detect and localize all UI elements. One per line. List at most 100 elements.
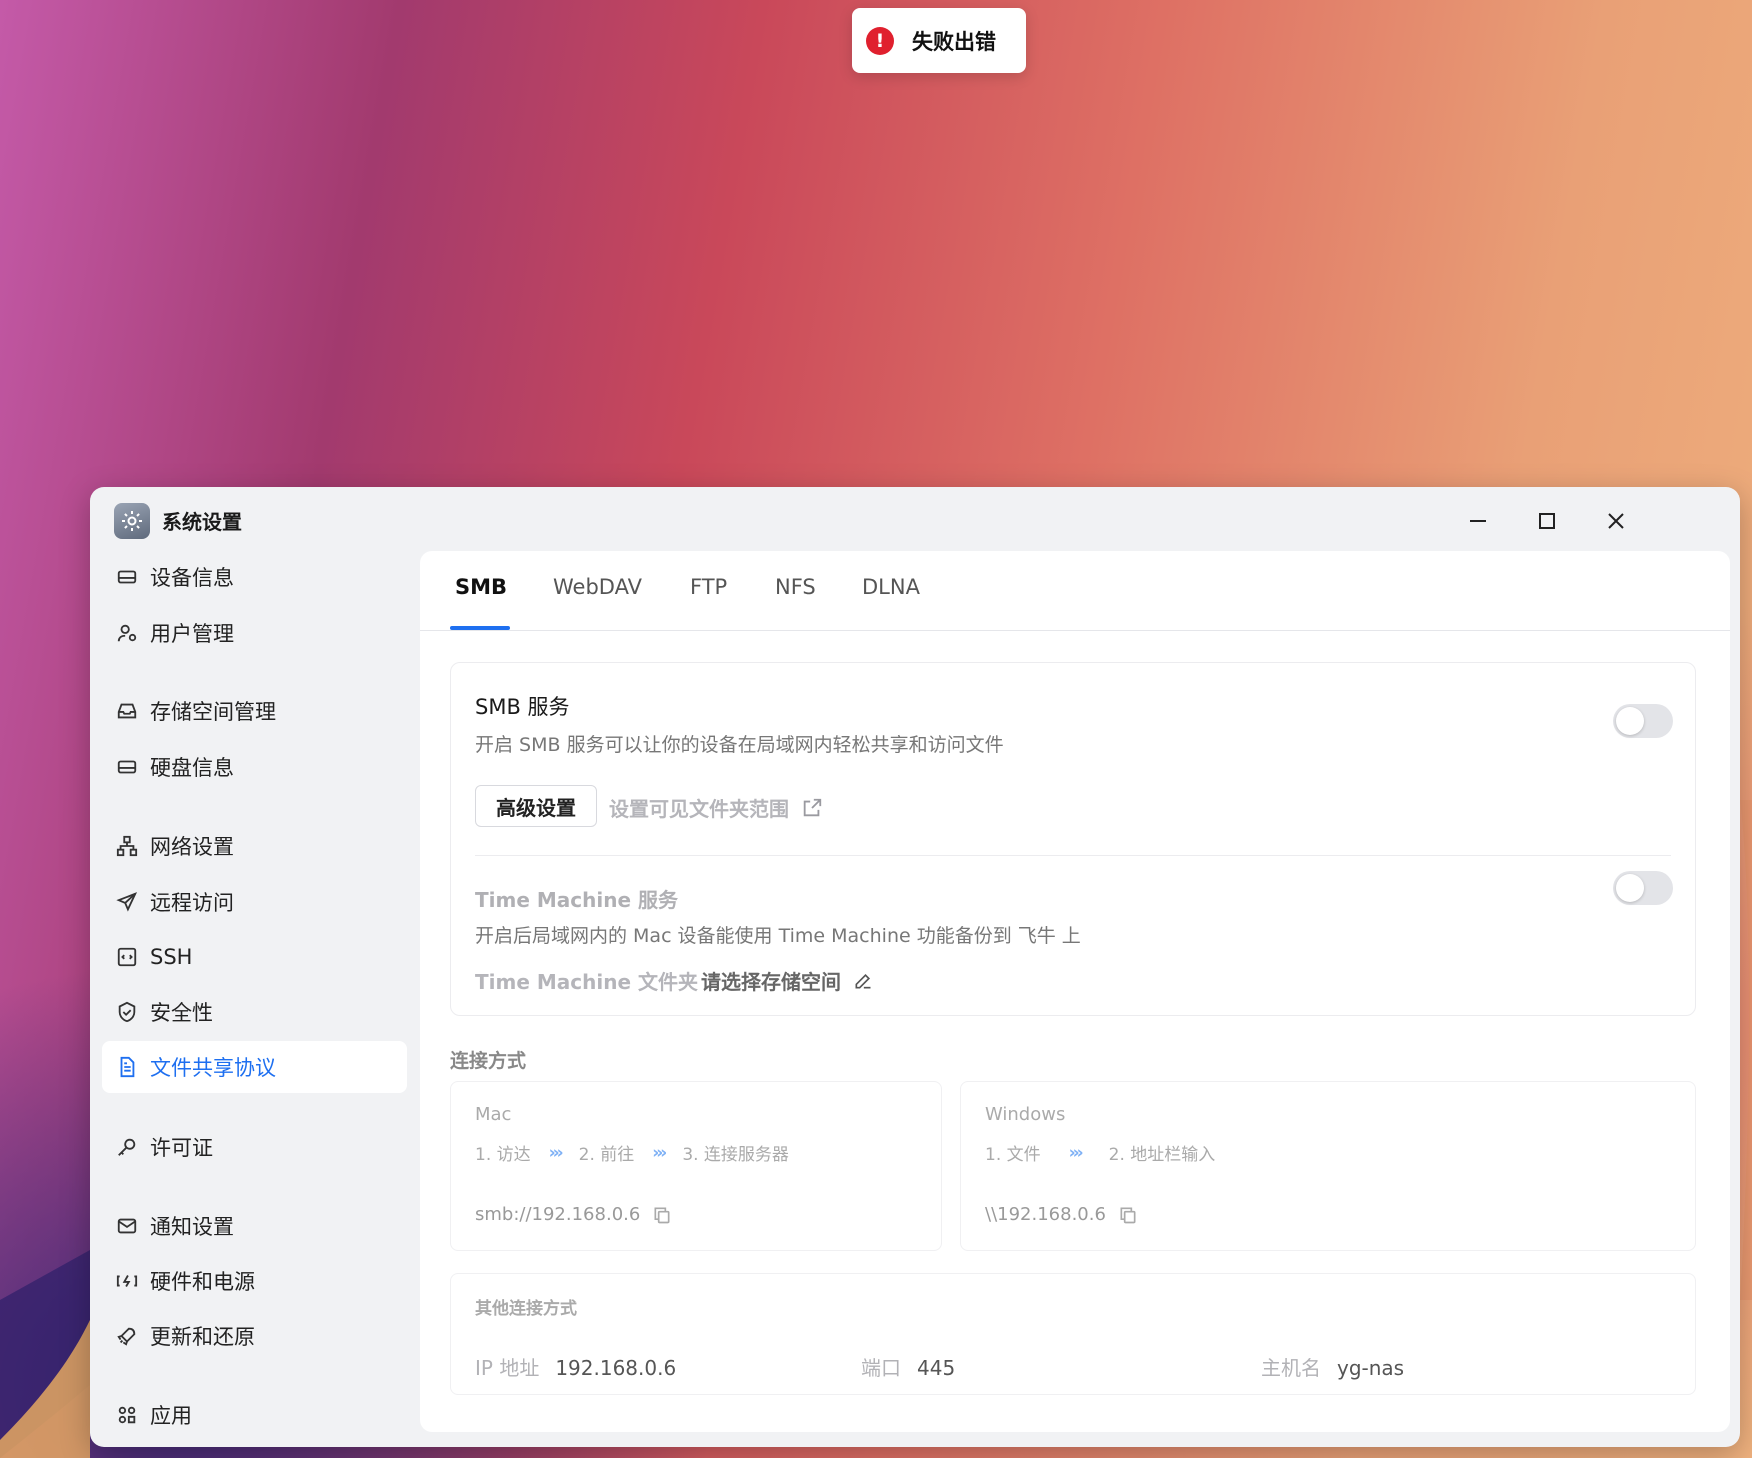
disk-icon (114, 754, 140, 780)
time-machine-folder-value: 请选择存储空间 (701, 970, 841, 994)
tab-ftp[interactable]: FTP (690, 575, 727, 599)
close-button[interactable] (1598, 503, 1634, 539)
sidebar-item-label: 存储空间管理 (150, 700, 276, 724)
sidebar-item-label: 设备信息 (150, 566, 234, 590)
sidebar-item-label: 远程访问 (150, 891, 234, 915)
windows-address-value: \\192.168.0.6 (985, 1204, 1106, 1225)
connection-section-title: 连接方式 (450, 1050, 527, 1072)
chevrons-right-icon: ››› (548, 1142, 564, 1163)
sidebar-item-label: 文件共享协议 (150, 1056, 276, 1080)
windows-connection-card: Windows 1. 文件 ››› 2. 地址栏输入 \\192.168.0.6 (960, 1081, 1696, 1251)
tab-smb[interactable]: SMB (455, 575, 507, 599)
settings-app-icon (114, 503, 150, 539)
rocket-icon (114, 1323, 140, 1349)
maximize-button[interactable] (1529, 503, 1565, 539)
sidebar-item-label: 用户管理 (150, 622, 234, 646)
sidebar-item-file-sharing[interactable]: 文件共享协议 (102, 1041, 407, 1093)
sidebar-item-license[interactable]: 许可证 (102, 1121, 407, 1173)
hostname-label: 主机名 (1261, 1356, 1321, 1380)
sidebar-item-apps[interactable]: 应用 (102, 1389, 407, 1441)
sidebar-item-label: 应用 (150, 1404, 192, 1428)
hostname-field: 主机名 yg-nas (1261, 1352, 1404, 1381)
close-icon (1608, 513, 1624, 529)
minimize-button[interactable] (1460, 503, 1496, 539)
maximize-icon (1539, 513, 1555, 529)
mac-label: Mac (475, 1104, 512, 1125)
mac-step-3: 3. 连接服务器 (682, 1145, 789, 1165)
sidebar-item-label: 许可证 (150, 1136, 213, 1160)
sidebar-item-disk-info[interactable]: 硬盘信息 (102, 741, 407, 793)
time-machine-folder-label: Time Machine 文件夹 (475, 970, 698, 994)
mac-step-2: 2. 前往 (578, 1145, 635, 1165)
tab-dlna[interactable]: DLNA (862, 575, 920, 599)
smb-service-description: 开启 SMB 服务可以让你的设备在局域网内轻松共享和访问文件 (475, 734, 1004, 756)
tab-webdav[interactable]: WebDAV (553, 575, 642, 599)
content-panel: SMB WebDAV FTP NFS DLNA SMB 服务 开启 SMB 服务… (420, 551, 1730, 1432)
toast-message: 失败出错 (912, 29, 996, 54)
sidebar-item-update-restore[interactable]: 更新和还原 (102, 1310, 407, 1362)
shield-icon (114, 999, 140, 1025)
settings-window: 系统设置 设备信息 用户管理 存储空间管理 硬盘信息 网络设置 远程访问 SSH… (90, 487, 1740, 1447)
sidebar-item-notifications[interactable]: 通知设置 (102, 1200, 407, 1252)
document-icon (114, 1054, 140, 1080)
protocol-tabs: SMB WebDAV FTP NFS DLNA (420, 551, 1730, 631)
time-machine-toggle[interactable] (1613, 871, 1673, 905)
sidebar-item-label: SSH (150, 945, 193, 969)
copy-icon[interactable] (652, 1205, 672, 1225)
sidebar-item-device-info[interactable]: 设备信息 (102, 551, 407, 603)
external-link-icon (803, 798, 822, 816)
key-icon (114, 1134, 140, 1160)
windows-step-1: 1. 文件 (985, 1145, 1041, 1165)
sidebar-item-user-management[interactable]: 用户管理 (102, 607, 407, 659)
smb-service-card: SMB 服务 开启 SMB 服务可以让你的设备在局域网内轻松共享和访问文件 高级… (450, 662, 1696, 1016)
user-icon (114, 620, 140, 646)
ip-value: 192.168.0.6 (555, 1356, 677, 1380)
port-label: 端口 (861, 1356, 901, 1380)
minimize-icon (1470, 520, 1486, 522)
sidebar-item-ssh[interactable]: SSH (102, 931, 407, 983)
send-icon (114, 889, 140, 915)
device-icon (114, 564, 140, 590)
folder-scope-link[interactable]: 设置可见文件夹范围 (609, 793, 823, 822)
other-connection-title: 其他连接方式 (475, 1299, 577, 1319)
sidebar-item-remote-access[interactable]: 远程访问 (102, 876, 407, 928)
ip-address-field: IP 地址 192.168.0.6 (475, 1352, 676, 1381)
sidebar-item-security[interactable]: 安全性 (102, 986, 407, 1038)
sidebar-item-label: 硬件和电源 (150, 1270, 255, 1294)
window-title: 系统设置 (162, 510, 242, 534)
time-machine-folder-select[interactable]: 请选择存储空间 (701, 966, 873, 995)
edit-icon (855, 973, 871, 988)
apps-icon (114, 1402, 140, 1428)
storage-icon (114, 698, 140, 724)
mac-address: smb://192.168.0.6 (475, 1204, 672, 1225)
sidebar-item-hardware-power[interactable]: 硬件和电源 (102, 1255, 407, 1307)
error-toast: ! 失败出错 (852, 8, 1026, 73)
smb-service-toggle[interactable] (1613, 704, 1673, 738)
mac-connection-card: Mac 1. 访达 ››› 2. 前往 ››› 3. 连接服务器 smb://1… (450, 1081, 942, 1251)
chevrons-right-icon: ››› (652, 1142, 667, 1163)
hostname-value: yg-nas (1337, 1356, 1405, 1380)
advanced-settings-button[interactable]: 高级设置 (475, 785, 597, 827)
mac-steps: 1. 访达 ››› 2. 前往 ››› 3. 连接服务器 (475, 1140, 789, 1166)
windows-steps: 1. 文件 ››› 2. 地址栏输入 (985, 1140, 1215, 1166)
error-icon: ! (866, 26, 894, 55)
ip-label: IP 地址 (475, 1356, 540, 1380)
copy-icon[interactable] (1118, 1205, 1138, 1225)
title-bar[interactable]: 系统设置 (90, 487, 1740, 551)
folder-scope-label: 设置可见文件夹范围 (609, 797, 789, 821)
smb-service-title: SMB 服务 (475, 695, 570, 719)
port-value: 445 (917, 1356, 956, 1380)
mail-icon (114, 1213, 140, 1239)
windows-label: Windows (985, 1104, 1066, 1125)
chevrons-right-icon: ››› (1068, 1142, 1084, 1163)
tab-nfs[interactable]: NFS (775, 575, 816, 599)
sidebar-item-label: 硬盘信息 (150, 756, 234, 780)
time-machine-description: 开启后局域网内的 Mac 设备能使用 Time Machine 功能备份到 飞牛… (475, 925, 1081, 947)
sidebar-item-label: 安全性 (150, 1001, 213, 1025)
sidebar-item-network[interactable]: 网络设置 (102, 820, 407, 872)
time-machine-title: Time Machine 服务 (475, 888, 678, 912)
sidebar-item-storage[interactable]: 存储空间管理 (102, 685, 407, 737)
power-icon (114, 1268, 140, 1294)
windows-address: \\192.168.0.6 (985, 1204, 1138, 1225)
network-icon (114, 833, 140, 859)
